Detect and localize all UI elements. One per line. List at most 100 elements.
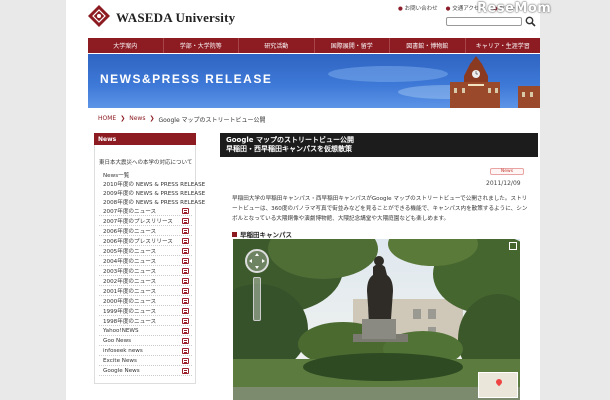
article-body: 早稲田大学の早稲田キャンパス・西早稲田キャンパスがGoogle マップのストリー… [232, 196, 528, 222]
news-list-icon [182, 348, 189, 354]
main-nav: 大学案内 学部・大学院等 研究活動 国際展開・留学 図書館・博物館 キャリア・生… [88, 38, 540, 53]
sidebar-item-label: 2007年度のプレスリリース [103, 218, 173, 225]
clock-tower-illustration [328, 56, 540, 108]
sidebar-item[interactable]: 2007年度のニュース [99, 206, 192, 216]
news-list-icon [182, 298, 189, 304]
nav-item-international[interactable]: 国際展開・留学 [315, 38, 390, 53]
street-view-panorama[interactable] [233, 239, 520, 400]
search-icon[interactable] [525, 16, 536, 27]
sidebar-item-label: Excite News [103, 357, 137, 364]
page-banner: NEWS&PRESS RELEASE [88, 54, 540, 108]
news-list-icon [182, 318, 189, 324]
sidebar-item[interactable]: 2006年度のニュース [99, 226, 192, 236]
pan-arrows-icon [249, 253, 265, 269]
article-date: 2011/12/09 [486, 180, 521, 187]
sidebar-item[interactable]: 2008年度の NEWS & PRESS RELEASE [99, 197, 205, 206]
breadcrumb-home[interactable]: HOME [98, 115, 116, 124]
sidebar-item-label: 2005年度のニュース [103, 248, 157, 255]
sidebar-item-label: 2000年度のニュース [103, 298, 157, 305]
sidebar-item-label: infoseek news [103, 347, 143, 354]
pan-control[interactable] [245, 249, 269, 273]
search-input[interactable] [446, 17, 522, 26]
sidebar-panel: 東日本大震災への本学の対応について News一覧 2010年度の NEWS & P… [94, 145, 205, 384]
page: WASEDA University ● お問い合わせ ● 交通アクセス ● サイ… [66, 0, 540, 400]
sidebar-item-label: 2010年度の NEWS & PRESS RELEASE [103, 181, 206, 188]
news-list-icon [182, 278, 189, 284]
sidebar-item-label: 2007年度のニュース [103, 208, 157, 215]
sidebar-item[interactable]: Yahoo!NEWS [99, 326, 192, 336]
sidebar-item[interactable]: News一覧 [99, 170, 192, 179]
section-bullet-icon [232, 231, 237, 237]
sidebar-item-label: Yahoo!NEWS [103, 327, 139, 334]
location-pin-icon [494, 377, 504, 387]
news-list-icon [182, 328, 189, 334]
sidebar-item-label: 2004年度のニュース [103, 258, 157, 265]
sidebar-item[interactable]: 2007年度のプレスリリース [99, 216, 192, 226]
sidebar-notice-link[interactable]: 東日本大震災への本学の対応について [99, 158, 192, 166]
news-list-icon [182, 208, 189, 214]
watermark-logo: ReseMom [477, 1, 552, 16]
zoom-slider[interactable] [253, 277, 261, 321]
news-list-icon [182, 258, 189, 264]
section-heading: 早稲田キャンパス [232, 229, 292, 239]
sidebar-item-label: 2006年度のニュース [103, 228, 157, 235]
sidebar-list: News一覧 2010年度の NEWS & PRESS RELEASE 2009年度… [99, 170, 205, 376]
sidebar-heading: News [94, 133, 196, 145]
contact-link[interactable]: ● お問い合わせ [398, 4, 438, 12]
sidebar-item-label: 2001年度のニュース [103, 288, 157, 295]
sidebar-item-label: Google News [103, 367, 140, 374]
news-list-icon [182, 248, 189, 254]
sidebar-item-label: 2009年度の NEWS & PRESS RELEASE [103, 190, 206, 197]
nav-item-library[interactable]: 図書館・博物館 [390, 38, 466, 53]
sidebar-item-label: 2006年度のプレスリリース [103, 238, 173, 245]
nav-item-career[interactable]: キャリア・生涯学習 [466, 38, 541, 53]
sidebar-item-label: 2003年度のニュース [103, 268, 157, 275]
street-view-scene [233, 239, 520, 400]
sidebar-item[interactable]: infoseek news [99, 346, 192, 356]
expand-icon[interactable] [509, 242, 517, 250]
news-list-icon [182, 228, 189, 234]
breadcrumb-news[interactable]: News [129, 115, 145, 124]
sidebar-item-label: 2008年度の NEWS & PRESS RELEASE [103, 199, 206, 206]
sidebar-item[interactable]: 2001年度のニュース [99, 286, 192, 296]
breadcrumb-separator-icon: ❯ [120, 115, 126, 122]
waseda-logo-icon[interactable] [88, 5, 110, 27]
nav-item-research[interactable]: 研究活動 [239, 38, 315, 53]
mini-map[interactable] [478, 372, 518, 398]
article-title: Google マップのストリートビュー公開 早稲田・西早稲田キャンパスを仮想散策 [220, 133, 538, 157]
sidebar-item[interactable]: 2009年度の NEWS & PRESS RELEASE [99, 188, 205, 197]
sidebar-item[interactable]: 1999年度のニュース [99, 306, 192, 316]
news-list-icon [182, 308, 189, 314]
sidebar-item[interactable]: 2002年度のニュース [99, 276, 192, 286]
news-list-icon [182, 338, 189, 344]
sidebar: News 東日本大震災への本学の対応について News一覧 2010年度の NEW… [94, 133, 205, 384]
sidebar-item-label: News一覧 [103, 172, 130, 179]
article-title-line-2: 早稲田・西早稲田キャンパスを仮想散策 [226, 145, 352, 153]
category-badge: News [490, 168, 524, 175]
breadcrumb: HOME ❯ News ❯ Google マップのストリートビュー公開 [98, 115, 266, 124]
sidebar-item[interactable]: 2003年度のニュース [99, 266, 192, 276]
sidebar-item-label: 1998年度のニュース [103, 318, 157, 325]
news-list-icon [182, 238, 189, 244]
nav-item-about[interactable]: 大学案内 [88, 38, 164, 53]
sidebar-item[interactable]: 2005年度のニュース [99, 246, 192, 256]
news-list-icon [182, 368, 189, 374]
sidebar-item[interactable]: 2004年度のニュース [99, 256, 192, 266]
sidebar-item-label: 1999年度のニュース [103, 308, 157, 315]
sidebar-item-label: Goo News [103, 337, 132, 344]
article-title-line-1: Google マップのストリートビュー公開 [226, 136, 354, 144]
news-list-icon [182, 268, 189, 274]
sidebar-item[interactable]: Excite News [99, 356, 192, 366]
news-list-icon [182, 218, 189, 224]
sidebar-item[interactable]: 1998年度のニュース [99, 316, 192, 326]
sidebar-item[interactable]: Google News [99, 366, 192, 376]
sidebar-item[interactable]: 2006年度のプレスリリース [99, 236, 192, 246]
sidebar-item[interactable]: 2010年度の NEWS & PRESS RELEASE [99, 179, 205, 188]
sidebar-item[interactable]: Goo News [99, 336, 192, 346]
sidebar-item[interactable]: 2000年度のニュース [99, 296, 192, 306]
section-heading-text: 早稲田キャンパス [240, 231, 292, 239]
news-list-icon [182, 288, 189, 294]
nav-item-faculties[interactable]: 学部・大学院等 [164, 38, 239, 53]
news-list-icon [182, 358, 189, 364]
site-logo-text[interactable]: WASEDA University [116, 10, 235, 26]
